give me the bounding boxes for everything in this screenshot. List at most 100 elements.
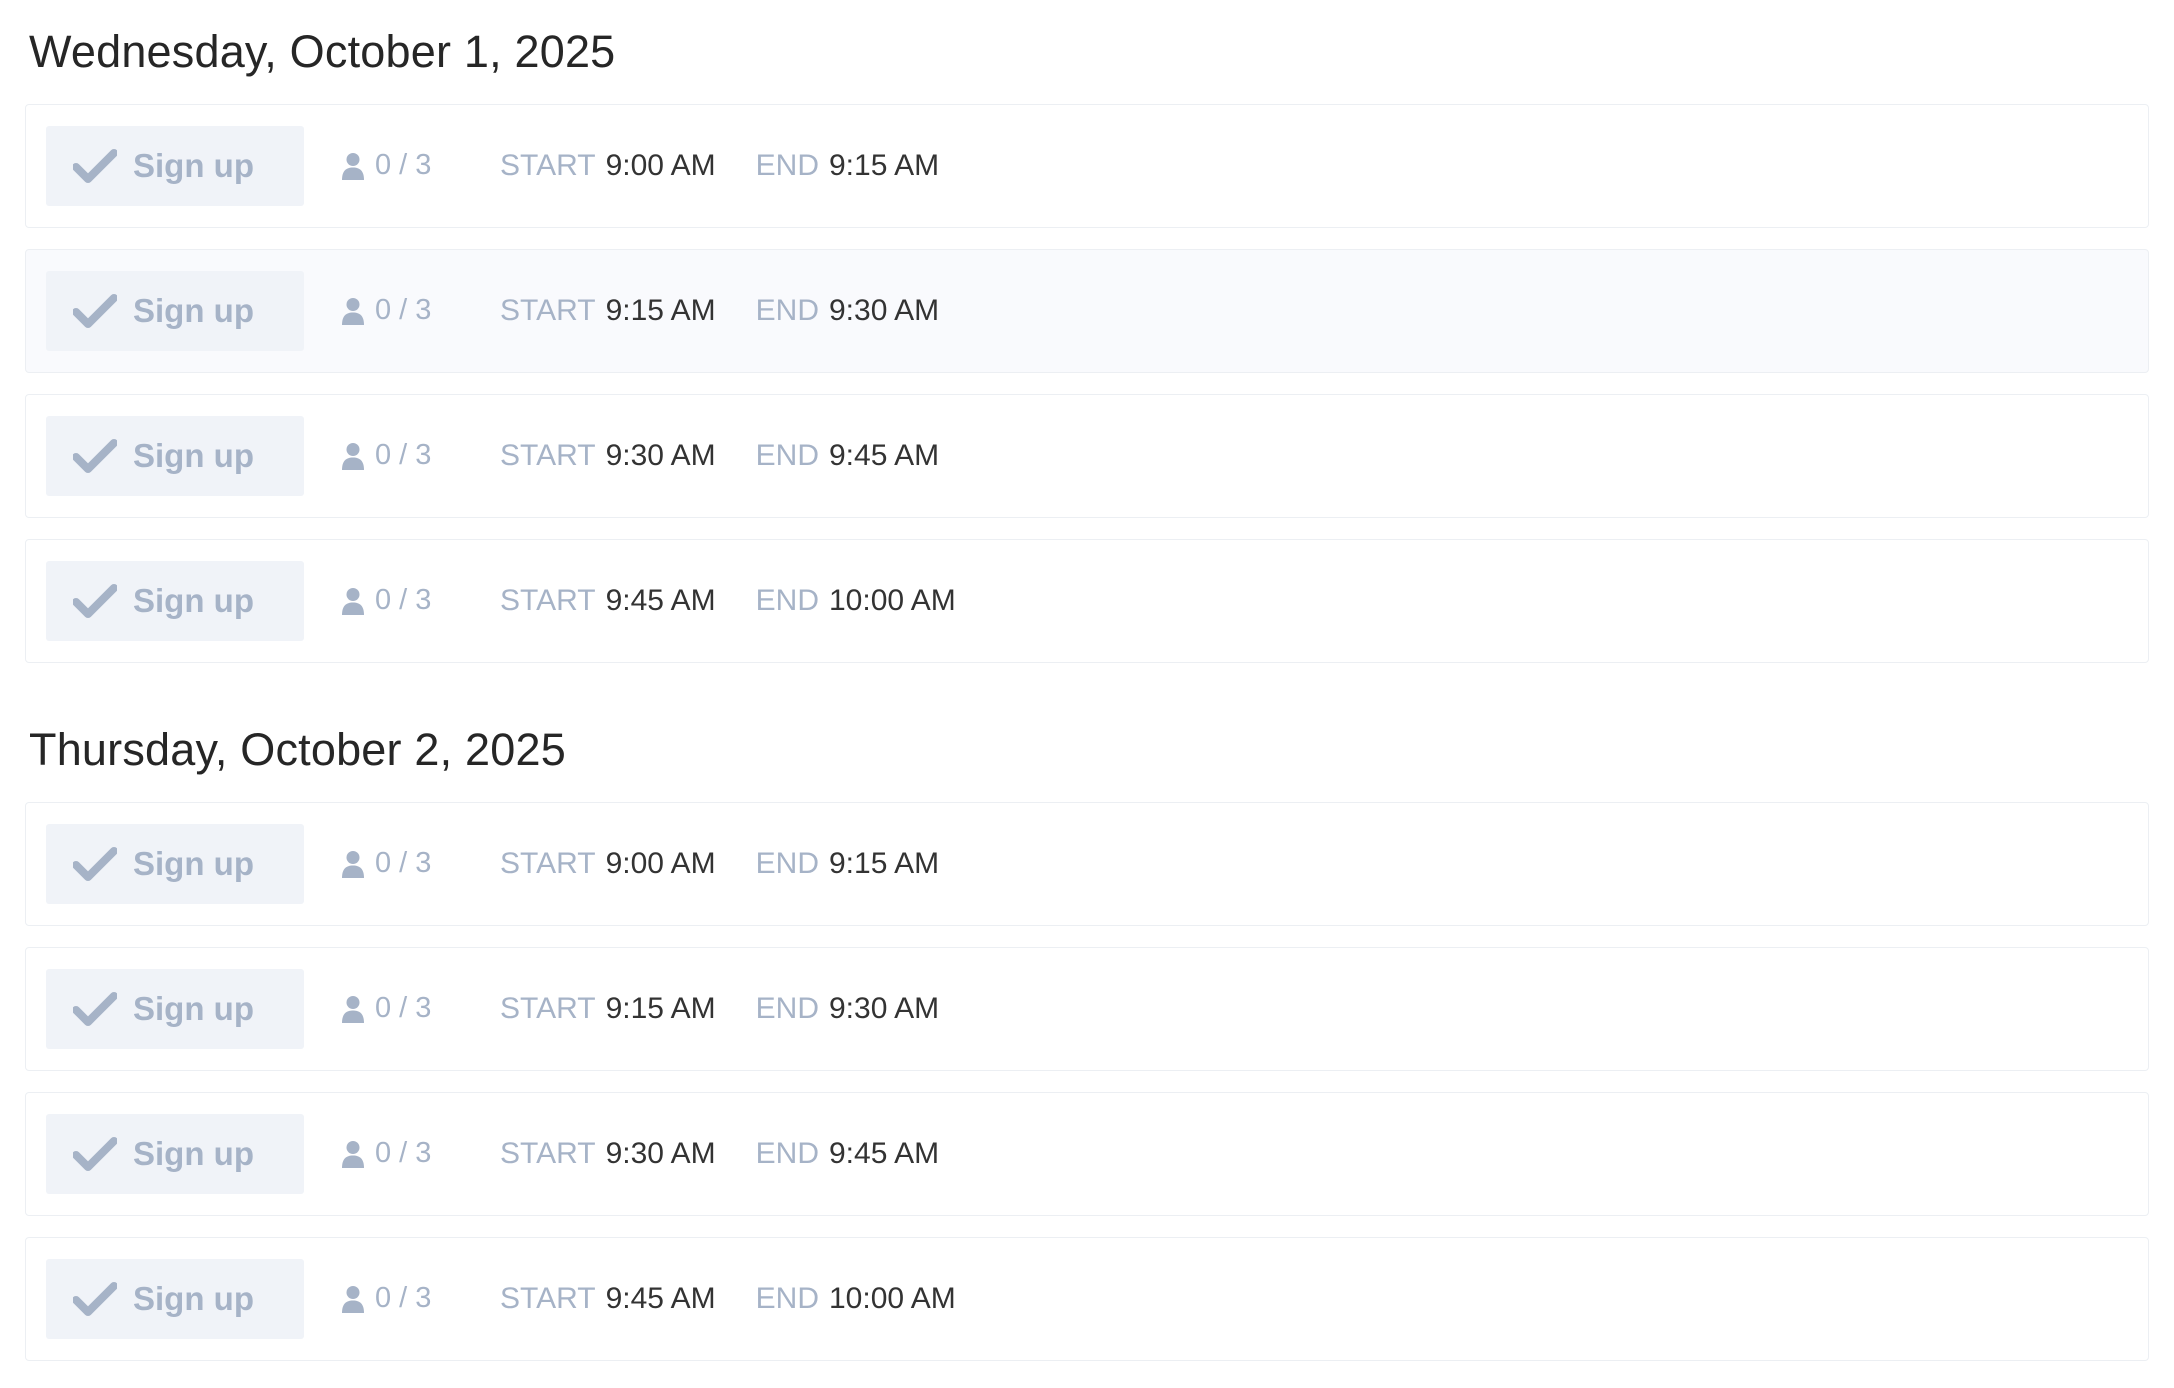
check-icon: [73, 438, 117, 474]
sign-up-button-label: Sign up: [133, 582, 254, 619]
capacity-text: 0 / 3: [375, 439, 432, 471]
end-label: END: [755, 846, 819, 880]
capacity-count: 0 / 3: [342, 948, 431, 1069]
start-value: 9:15 AM: [605, 991, 716, 1025]
end-value: 9:30 AM: [829, 293, 940, 327]
capacity-count: 0 / 3: [342, 540, 431, 661]
start-label: START: [500, 148, 596, 182]
capacity-count: 0 / 3: [342, 395, 431, 516]
slot-list: Sign up 0 / 3 START 9:00 AM END 9:15 AM …: [25, 104, 2149, 684]
start-time: START 9:15 AM: [500, 992, 716, 1026]
slot-row: Sign up 0 / 3 START 9:45 AM END 10:00 AM: [25, 1237, 2149, 1361]
slot-times: START 9:45 AM END 10:00 AM: [500, 1238, 956, 1359]
slot-times: START 9:00 AM END 9:15 AM: [500, 803, 939, 924]
start-label: START: [500, 1136, 596, 1170]
start-label: START: [500, 583, 596, 617]
end-label: END: [755, 148, 819, 182]
capacity-count: 0 / 3: [342, 803, 431, 924]
start-label: START: [500, 846, 596, 880]
capacity-count: 0 / 3: [342, 1238, 431, 1359]
sign-up-button-label: Sign up: [133, 147, 254, 184]
end-time: END 10:00 AM: [756, 1282, 956, 1316]
slot-times: START 9:30 AM END 9:45 AM: [500, 1093, 939, 1214]
start-label: START: [500, 438, 596, 472]
capacity-count: 0 / 3: [342, 1093, 431, 1214]
end-label: END: [755, 583, 819, 617]
slot-times: START 9:00 AM END 9:15 AM: [500, 105, 939, 226]
check-icon: [73, 991, 117, 1027]
start-time: START 9:00 AM: [500, 149, 716, 183]
user-icon: [342, 1140, 364, 1168]
slot-row: Sign up 0 / 3 START 9:30 AM END 9:45 AM: [25, 394, 2149, 518]
end-time: END 10:00 AM: [756, 584, 956, 618]
capacity-text: 0 / 3: [375, 847, 432, 879]
end-label: END: [755, 991, 819, 1025]
end-time: END 9:30 AM: [756, 992, 939, 1026]
end-value: 9:45 AM: [829, 1136, 940, 1170]
sign-up-button[interactable]: Sign up: [46, 1259, 304, 1339]
start-value: 9:00 AM: [605, 846, 716, 880]
start-time: START 9:45 AM: [500, 1282, 716, 1316]
start-time: START 9:00 AM: [500, 847, 716, 881]
check-icon: [73, 1281, 117, 1317]
user-icon: [342, 850, 364, 878]
sign-up-button[interactable]: Sign up: [46, 416, 304, 496]
capacity-count: 0 / 3: [342, 105, 431, 226]
sign-up-button[interactable]: Sign up: [46, 969, 304, 1049]
slot-times: START 9:30 AM END 9:45 AM: [500, 395, 939, 516]
sign-up-button-label: Sign up: [133, 1135, 254, 1172]
end-value: 9:15 AM: [829, 148, 940, 182]
capacity-text: 0 / 3: [375, 992, 432, 1024]
end-label: END: [755, 293, 819, 327]
end-time: END 9:15 AM: [756, 149, 939, 183]
start-value: 9:30 AM: [605, 438, 716, 472]
slot-row: Sign up 0 / 3 START 9:45 AM END 10:00 AM: [25, 539, 2149, 663]
start-value: 9:45 AM: [605, 583, 716, 617]
user-icon: [342, 587, 364, 615]
start-value: 9:00 AM: [605, 148, 716, 182]
slot-times: START 9:15 AM END 9:30 AM: [500, 948, 939, 1069]
start-value: 9:30 AM: [605, 1136, 716, 1170]
capacity-text: 0 / 3: [375, 149, 432, 181]
sign-up-button-label: Sign up: [133, 292, 254, 329]
sign-up-button[interactable]: Sign up: [46, 126, 304, 206]
slot-row: Sign up 0 / 3 START 9:00 AM END 9:15 AM: [25, 104, 2149, 228]
end-label: END: [755, 438, 819, 472]
end-label: END: [755, 1281, 819, 1315]
start-label: START: [500, 293, 596, 327]
user-icon: [342, 297, 364, 325]
end-value: 9:15 AM: [829, 846, 940, 880]
capacity-text: 0 / 3: [375, 294, 432, 326]
sign-up-button[interactable]: Sign up: [46, 561, 304, 641]
day-title: Wednesday, October 1, 2025: [29, 26, 616, 77]
signup-page: Wednesday, October 1, 2025 Sign up 0 / 3: [0, 0, 2174, 1388]
end-time: END 9:30 AM: [756, 294, 939, 328]
sign-up-button-label: Sign up: [133, 437, 254, 474]
sign-up-button[interactable]: Sign up: [46, 271, 304, 351]
check-icon: [73, 293, 117, 329]
end-time: END 9:45 AM: [756, 439, 939, 473]
end-value: 9:45 AM: [829, 438, 940, 472]
start-time: START 9:30 AM: [500, 1137, 716, 1171]
sign-up-button-label: Sign up: [133, 1280, 254, 1317]
end-value: 10:00 AM: [829, 583, 956, 617]
start-time: START 9:15 AM: [500, 294, 716, 328]
start-label: START: [500, 1281, 596, 1315]
start-value: 9:15 AM: [605, 293, 716, 327]
check-icon: [73, 846, 117, 882]
capacity-text: 0 / 3: [375, 1137, 432, 1169]
capacity-text: 0 / 3: [375, 584, 432, 616]
end-value: 9:30 AM: [829, 991, 940, 1025]
end-value: 10:00 AM: [829, 1281, 956, 1315]
sign-up-button-label: Sign up: [133, 990, 254, 1027]
sign-up-button[interactable]: Sign up: [46, 824, 304, 904]
user-icon: [342, 995, 364, 1023]
user-icon: [342, 442, 364, 470]
slot-row: Sign up 0 / 3 START 9:00 AM END 9:15 AM: [25, 802, 2149, 926]
day-title: Thursday, October 2, 2025: [29, 724, 566, 775]
slot-list: Sign up 0 / 3 START 9:00 AM END 9:15 AM …: [25, 802, 2149, 1382]
sign-up-button[interactable]: Sign up: [46, 1114, 304, 1194]
user-icon: [342, 1285, 364, 1313]
start-time: START 9:45 AM: [500, 584, 716, 618]
end-time: END 9:15 AM: [756, 847, 939, 881]
